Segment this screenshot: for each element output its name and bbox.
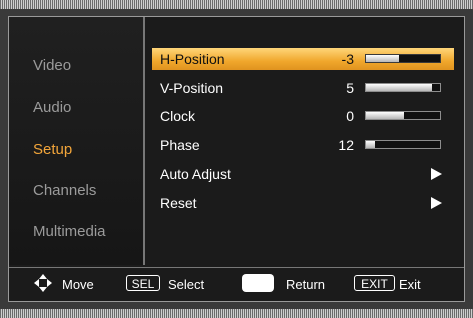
return-key[interactable]	[242, 274, 274, 292]
setup-item-value: 12	[338, 137, 354, 153]
screen: Video Audio Setup Channels Multimedia H-…	[0, 0, 473, 318]
clock-slider[interactable]	[365, 111, 441, 120]
h-position-slider[interactable]	[365, 54, 441, 63]
top-dotted-border	[0, 0, 473, 9]
slider-fill	[366, 55, 400, 62]
setup-item-label: Phase	[160, 137, 200, 153]
setup-item-label: Auto Adjust	[160, 166, 231, 182]
exit-key[interactable]: EXIT	[354, 275, 395, 291]
category-multimedia[interactable]: Multimedia	[33, 223, 106, 240]
move-hint-label: Move	[62, 277, 94, 292]
setup-item-auto-adjust[interactable]: Auto Adjust	[152, 163, 454, 185]
setup-item-value: -3	[341, 51, 354, 67]
setup-item-value: 5	[346, 80, 354, 96]
setup-item-reset[interactable]: Reset	[152, 192, 454, 214]
setup-item-clock[interactable]: Clock 0	[152, 105, 454, 127]
category-channels[interactable]: Channels	[33, 182, 96, 199]
slider-fill	[366, 141, 375, 148]
select-hint-label: Select	[168, 277, 205, 292]
sel-key[interactable]: SEL	[126, 275, 160, 291]
right-arrow-icon	[431, 197, 442, 209]
setup-menu: H-Position -3 V-Position 5 Clock 0 Phase…	[145, 17, 464, 265]
category-video[interactable]: Video	[33, 57, 71, 74]
setup-item-value: 0	[346, 108, 354, 124]
return-hint-label: Return	[286, 277, 326, 292]
exit-hint-label: Exit	[399, 277, 421, 292]
setup-item-label: V-Position	[160, 80, 224, 96]
osd-menu: Video Audio Setup Channels Multimedia H-…	[8, 16, 465, 302]
bottom-dotted-border	[0, 309, 473, 318]
slider-fill	[366, 84, 432, 91]
setup-item-phase[interactable]: Phase 12	[152, 134, 454, 156]
slider-fill	[366, 112, 404, 119]
setup-item-label: H-Position	[160, 51, 225, 67]
category-setup[interactable]: Setup	[33, 141, 72, 158]
setup-item-v-position[interactable]: V-Position 5	[152, 77, 454, 99]
move-arrows-icon	[34, 274, 52, 292]
control-hints: Move SEL Select Return EXIT Exit	[9, 267, 464, 301]
category-menu: Video Audio Setup Channels Multimedia	[9, 17, 145, 265]
right-arrow-icon	[431, 168, 442, 180]
setup-item-label: Reset	[160, 195, 197, 211]
osd-frame: Video Audio Setup Channels Multimedia H-…	[0, 9, 473, 309]
setup-item-h-position[interactable]: H-Position -3	[152, 48, 454, 70]
v-position-slider[interactable]	[365, 83, 441, 92]
setup-item-label: Clock	[160, 108, 196, 124]
category-audio[interactable]: Audio	[33, 99, 71, 116]
phase-slider[interactable]	[365, 140, 441, 149]
